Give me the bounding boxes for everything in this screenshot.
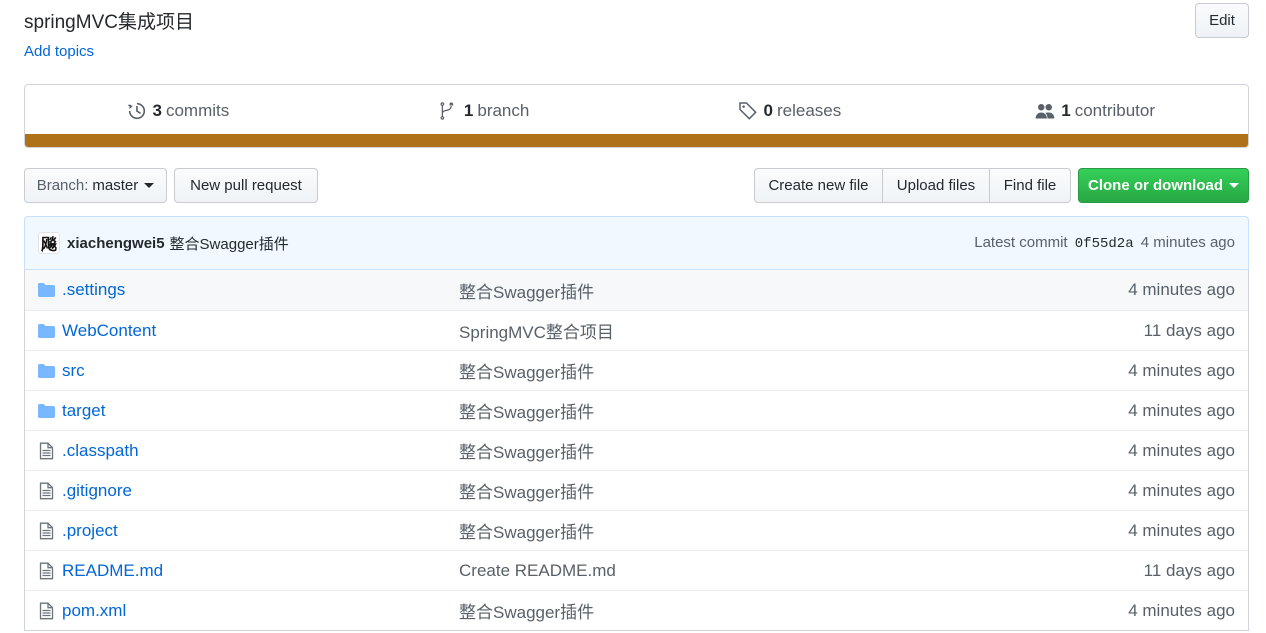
- file-age: 4 minutes ago: [1128, 480, 1235, 500]
- latest-commit-info: Latest commit 0f55d2a 4 minutes ago: [974, 234, 1235, 252]
- folder-icon: [37, 402, 56, 420]
- clone-or-download-label: Clone or download: [1088, 177, 1223, 194]
- upload-files-button[interactable]: Upload files: [882, 168, 990, 203]
- people-icon: [1035, 103, 1055, 118]
- find-file-button[interactable]: Find file: [989, 168, 1071, 203]
- file-row[interactable]: .classpath 整合Swagger插件 4 minutes ago: [25, 430, 1248, 470]
- file-icon: [37, 482, 56, 500]
- file-commit-message[interactable]: 整合Swagger插件: [459, 478, 594, 503]
- file-row[interactable]: pom.xml 整合Swagger插件 4 minutes ago: [25, 590, 1248, 630]
- commit-age: 4 minutes ago: [1140, 234, 1235, 251]
- file-name[interactable]: src: [62, 361, 85, 381]
- file-row[interactable]: target 整合Swagger插件 4 minutes ago: [25, 390, 1248, 430]
- file-icon: [37, 602, 56, 620]
- commits-label: commits: [165, 100, 230, 120]
- file-commit-message[interactable]: 整合Swagger插件: [459, 358, 594, 383]
- releases-count: 0: [763, 100, 773, 120]
- branches-count: 1: [463, 100, 474, 120]
- file-name[interactable]: WebContent: [62, 321, 156, 341]
- file-age: 4 minutes ago: [1128, 400, 1235, 420]
- contributors-count: 1: [1061, 100, 1071, 120]
- caret-down-icon: [144, 183, 155, 188]
- file-commit-message[interactable]: 整合Swagger插件: [459, 518, 594, 543]
- caret-down-icon: [1229, 183, 1239, 188]
- file-name[interactable]: .classpath: [62, 441, 139, 461]
- file-name[interactable]: README.md: [62, 561, 163, 581]
- folder-icon: [37, 322, 56, 340]
- commit-message[interactable]: 整合Swagger插件: [170, 233, 289, 254]
- clone-or-download-button[interactable]: Clone or download: [1078, 168, 1249, 203]
- contributors-link[interactable]: 1 contributor: [942, 101, 1248, 121]
- branches-link[interactable]: 1 branch: [331, 101, 637, 121]
- folder-icon: [37, 362, 56, 380]
- file-table: .settings 整合Swagger插件 4 minutes ago WebC…: [24, 270, 1249, 631]
- file-commit-message[interactable]: 整合Swagger插件: [459, 278, 594, 303]
- releases-link[interactable]: 0 releases: [637, 101, 943, 121]
- file-age: 4 minutes ago: [1128, 440, 1235, 460]
- branches-label: branch: [477, 100, 530, 120]
- file-commit-message[interactable]: 整合Swagger插件: [459, 598, 594, 623]
- branch-label: Branch:: [36, 177, 89, 194]
- file-icon: [37, 562, 56, 580]
- repo-description: springMVC集成项目: [24, 12, 194, 33]
- file-row[interactable]: .gitignore 整合Swagger插件 4 minutes ago: [25, 470, 1248, 510]
- branch-select-button[interactable]: Branch: master: [24, 168, 167, 203]
- file-age: 4 minutes ago: [1128, 600, 1235, 620]
- contributors-label: contributor: [1074, 100, 1156, 120]
- edit-button[interactable]: Edit: [1195, 3, 1249, 38]
- new-pull-request-button[interactable]: New pull request: [174, 168, 318, 203]
- create-new-file-button[interactable]: Create new file: [754, 168, 883, 203]
- file-row[interactable]: WebContent SpringMVC整合项目 11 days ago: [25, 310, 1248, 350]
- author-avatar[interactable]: 飚: [38, 232, 60, 254]
- file-name[interactable]: .settings: [62, 280, 125, 300]
- file-age: 4 minutes ago: [1128, 280, 1235, 299]
- add-topics-link[interactable]: Add topics: [24, 43, 94, 60]
- file-icon: [37, 522, 56, 540]
- commit-author[interactable]: xiachengwei5: [67, 235, 165, 252]
- file-age: 4 minutes ago: [1128, 360, 1235, 380]
- language-bar[interactable]: [25, 134, 1248, 147]
- branch-value: master: [92, 177, 139, 194]
- file-commit-message[interactable]: SpringMVC整合项目: [459, 318, 614, 343]
- latest-commit-label: Latest commit: [974, 234, 1068, 251]
- file-name[interactable]: .gitignore: [62, 481, 132, 501]
- file-row[interactable]: .settings 整合Swagger插件 4 minutes ago: [25, 270, 1248, 310]
- numbers-summary: 3 commits 1 branch 0 releases 1 contribu…: [24, 84, 1249, 148]
- file-name[interactable]: .project: [62, 521, 118, 541]
- file-age: 11 days ago: [1143, 560, 1235, 580]
- file-name[interactable]: target: [62, 401, 105, 421]
- file-commit-message[interactable]: 整合Swagger插件: [459, 398, 594, 423]
- file-commit-message[interactable]: 整合Swagger插件: [459, 438, 594, 463]
- file-commit-message[interactable]: Create README.md: [459, 561, 616, 581]
- file-row[interactable]: README.md Create README.md 11 days ago: [25, 550, 1248, 590]
- repo-page: springMVC集成项目 Add topics Edit 3 commits …: [0, 0, 1266, 633]
- commits-count: 3: [152, 100, 162, 120]
- file-row[interactable]: src 整合Swagger插件 4 minutes ago: [25, 350, 1248, 390]
- history-icon: [127, 102, 145, 119]
- releases-label: releases: [776, 100, 842, 120]
- commit-sha[interactable]: 0f55d2a: [1075, 236, 1134, 252]
- commit-tease: 飚 xiachengwei5 整合Swagger插件 Latest commit…: [24, 216, 1249, 270]
- file-row[interactable]: .project 整合Swagger插件 4 minutes ago: [25, 510, 1248, 550]
- folder-icon: [37, 281, 56, 299]
- file-age: 4 minutes ago: [1128, 520, 1235, 540]
- tag-icon: [738, 101, 757, 120]
- file-icon: [37, 442, 56, 460]
- git-branch-icon: [440, 101, 454, 120]
- commits-link[interactable]: 3 commits: [25, 101, 331, 121]
- file-name[interactable]: pom.xml: [62, 601, 126, 621]
- file-actions-group: Create new file Upload files Find file: [754, 168, 1071, 203]
- file-age: 11 days ago: [1143, 320, 1235, 340]
